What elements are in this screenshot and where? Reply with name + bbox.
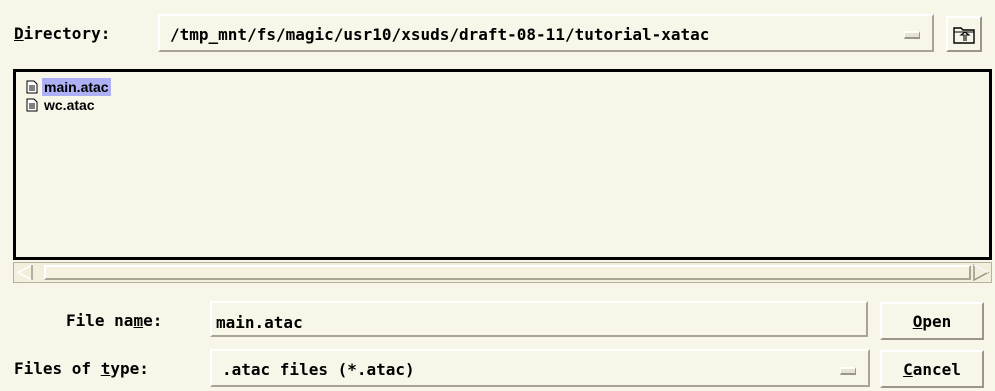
file-type-label: Files of type:	[14, 359, 149, 378]
dropdown-arrow-icon[interactable]	[904, 31, 920, 39]
directory-combo[interactable]: /tmp_mnt/fs/magic/usr10/xsuds/draft-08-1…	[158, 14, 934, 52]
file-name: main.atac	[42, 78, 111, 96]
file-name: wc.atac	[44, 97, 95, 113]
file-icon	[26, 80, 38, 94]
file-type-combo[interactable]: .atac files (*.atac)	[210, 349, 870, 387]
scroll-right-icon[interactable]	[972, 264, 990, 281]
file-type-value: .atac files (*.atac)	[222, 360, 415, 379]
list-item[interactable]: main.atac	[26, 78, 111, 96]
up-folder-button[interactable]	[946, 16, 982, 52]
scrollbar-thumb[interactable]	[44, 265, 971, 280]
directory-label: Directory:	[14, 24, 111, 43]
dropdown-arrow-icon[interactable]	[840, 367, 856, 375]
file-name-field[interactable]	[210, 301, 868, 337]
directory-path: /tmp_mnt/fs/magic/usr10/xsuds/draft-08-1…	[170, 25, 710, 44]
open-button[interactable]: Open	[880, 302, 984, 340]
list-item[interactable]: wc.atac	[26, 96, 97, 114]
file-icon	[26, 98, 38, 112]
file-list[interactable]: main.atac wc.atac	[13, 69, 992, 260]
cancel-button[interactable]: Cancel	[880, 350, 984, 388]
horizontal-scrollbar[interactable]	[13, 262, 992, 283]
file-name-label: File name:	[66, 311, 163, 330]
up-folder-icon	[953, 27, 975, 44]
scroll-left-icon[interactable]	[16, 264, 34, 281]
